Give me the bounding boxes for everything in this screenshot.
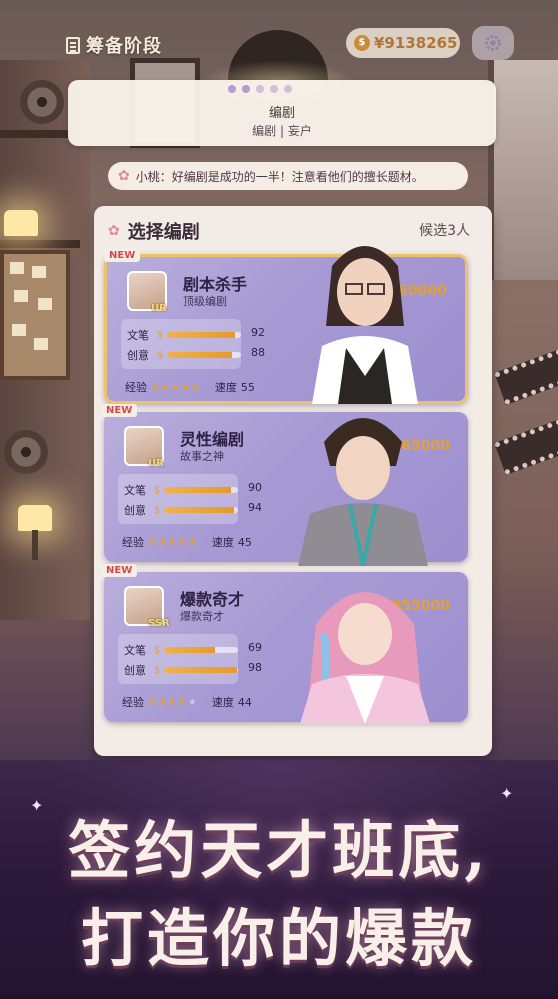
writer-stats: 文笔 $ 92 创意 $ 88 (121, 319, 265, 369)
stat-label: 文笔 (127, 329, 149, 342)
stat-label: 创意 (127, 349, 149, 362)
background-window (488, 60, 558, 280)
speed-label: 速度 (211, 696, 234, 709)
stat-bar (164, 667, 238, 673)
writer-portrait-2 (298, 418, 428, 566)
writer-name: 爆款奇才 (180, 590, 245, 609)
stat-row-creativity: 创意 $ (124, 502, 238, 518)
film-reel-icon (4, 430, 48, 474)
speed-value: 44 (237, 695, 252, 709)
stat-label: 创意 (124, 664, 146, 677)
stat-row-writing: 文笔 $ (124, 482, 238, 498)
stat-row-creativity: 创意 $ (127, 347, 241, 363)
stage-dot (228, 85, 236, 93)
stat-bar (167, 332, 241, 338)
stat-bar (164, 507, 238, 513)
hint-bar: ✿ 小桃：好编剧是成功的一半！注意看他们的擅长题材。 (108, 162, 468, 190)
lamp-icon (4, 210, 38, 236)
stage-dot (242, 85, 250, 93)
promo-banner: ✦ ✦ 签约天才班底, 打造你的爆款 (0, 760, 558, 999)
top-bar: 筹备阶段 $ ¥9138265 (0, 0, 558, 70)
new-badge: NEW (101, 564, 138, 577)
rarity-badge: UR (148, 458, 164, 469)
writer-portrait-1 (312, 246, 418, 404)
writer-portrait-3 (300, 592, 430, 724)
rarity-badge: SSR (148, 618, 170, 629)
clipboard-icon (66, 36, 80, 54)
rarity-badge: UR (151, 303, 167, 314)
background-corkboard (0, 250, 70, 380)
panel-title: 选择编剧 (127, 222, 200, 243)
lamp-icon (18, 505, 52, 531)
speed-label: 速度 (214, 381, 237, 394)
stat-label: 文笔 (124, 644, 146, 657)
stage-progress-dots (228, 85, 292, 93)
stat-row-writing: 文笔 $ (127, 327, 241, 343)
film-reel-icon (20, 80, 64, 124)
new-badge: NEW (101, 404, 138, 417)
panel-header: ✿ 选择编剧 (108, 218, 200, 244)
speed-value: 45 (237, 535, 252, 549)
phase-label: 筹备阶段 (66, 32, 162, 58)
writer-stats: 文笔 $ 69 创意 $ 98 (118, 634, 262, 684)
banner-headline-1: 签约天才班底, (68, 814, 490, 887)
banner-headline-2: 打造你的爆款 (80, 902, 477, 975)
speed-label: 速度 (211, 536, 234, 549)
currency-icon: $ (157, 329, 164, 341)
flower-icon: ✿ (108, 223, 120, 239)
hint-text: 小桃：好编剧是成功的一半！注意看他们的擅长题材。 (135, 169, 424, 184)
currency-icon: $ (154, 664, 161, 676)
stat-value: 98 (248, 661, 262, 674)
stage-dot (284, 85, 292, 93)
writer-footer: 经验 ★★★★★ 速度 44 (122, 694, 252, 710)
writer-title: 爆款奇才 (180, 610, 224, 623)
background-shelf (0, 240, 80, 248)
currency-icon: $ (154, 504, 161, 516)
writer-title: 顶级编剧 (183, 295, 227, 308)
experience-label: 经验 (125, 381, 147, 394)
money-value: ¥9138265 (374, 34, 458, 52)
stat-bar (164, 647, 238, 653)
writer-name: 灵性编剧 (180, 430, 245, 449)
stat-label: 文笔 (124, 484, 146, 497)
film-strip-icon (494, 419, 558, 475)
phase-text: 筹备阶段 (86, 36, 162, 57)
stage-dot (270, 85, 278, 93)
film-strip-icon (494, 349, 558, 405)
writer-footer: 经验 ★★★★★ 速度 55 (125, 379, 255, 395)
experience-stars: ★★★★★ (148, 536, 198, 548)
stage-dot (256, 85, 264, 93)
experience-label: 经验 (122, 696, 144, 709)
currency-icon: $ (154, 644, 161, 656)
currency-icon: $ (154, 484, 161, 496)
money-display: $ ¥9138265 (346, 28, 460, 58)
settings-button[interactable] (472, 26, 514, 60)
writer-footer: 经验 ★★★★★ 速度 45 (122, 534, 252, 550)
writer-stats: 文笔 $ 90 创意 $ 94 (118, 474, 262, 524)
stage-title: 编剧 (268, 106, 295, 121)
writer-name: 剧本杀手 (183, 275, 248, 294)
experience-stars: ★★★★★ (151, 381, 201, 393)
experience-stars: ★★★★★ (148, 696, 198, 708)
stat-bar (167, 352, 241, 358)
stat-bar (164, 487, 238, 493)
stat-value: 90 (248, 481, 262, 494)
new-badge: NEW (104, 249, 141, 262)
stat-row-writing: 文笔 $ (124, 642, 238, 658)
writer-title: 故事之神 (180, 450, 224, 463)
gear-icon (485, 35, 501, 51)
stage-subtitle: 编剧 | 妄户 (252, 124, 312, 138)
stat-label: 创意 (124, 504, 146, 517)
stat-value: 69 (248, 641, 262, 654)
stat-row-creativity: 创意 $ (124, 662, 238, 678)
currency-icon: $ (157, 349, 164, 361)
stat-value: 92 (251, 326, 265, 339)
experience-label: 经验 (122, 536, 144, 549)
speed-value: 55 (240, 380, 255, 394)
money-bag-icon: $ (354, 35, 370, 51)
flower-icon: ✿ (118, 168, 130, 184)
stat-value: 88 (251, 346, 265, 359)
stat-value: 94 (248, 501, 262, 514)
